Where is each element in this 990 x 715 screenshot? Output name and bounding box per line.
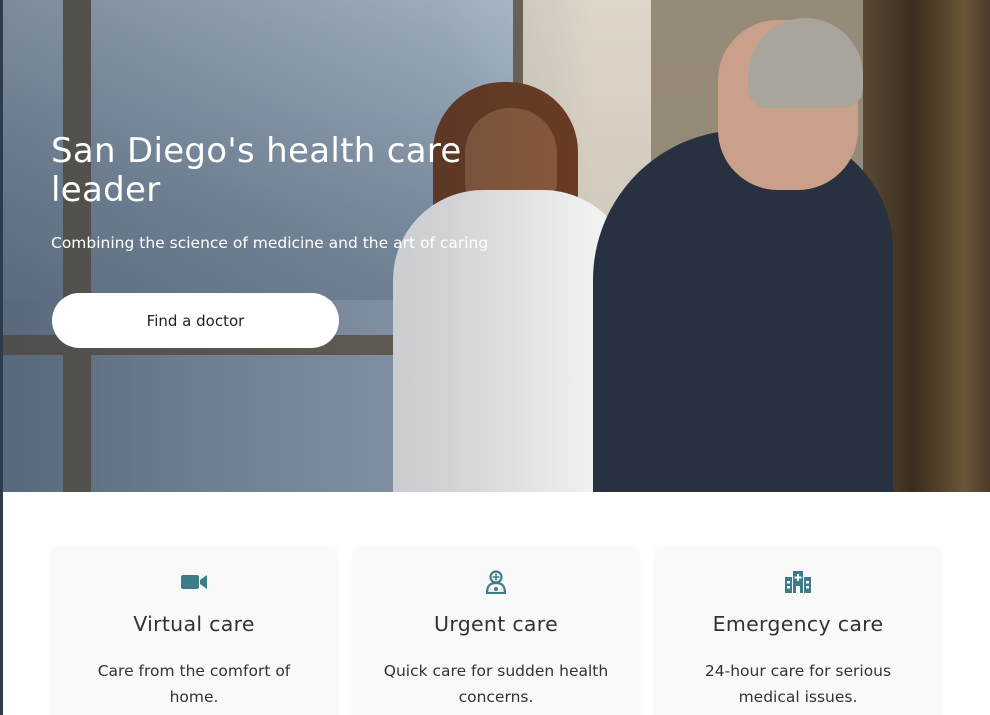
card-title: Urgent care — [434, 612, 558, 636]
hero-subtitle: Combining the science of medicine and th… — [51, 234, 489, 252]
hero-content: San Diego's health care leader Combining… — [51, 131, 501, 253]
video-camera-icon — [181, 575, 207, 589]
card-title: Virtual care — [133, 612, 255, 636]
card-description: 24-hour care for serious medical issues. — [704, 662, 892, 706]
hospital-icon — [785, 571, 811, 593]
card-description: Care from the comfort of home. — [97, 662, 291, 706]
card-title: Emergency care — [712, 612, 884, 636]
find-a-doctor-button[interactable]: Find a doctor — [52, 293, 339, 348]
card-virtual-care[interactable]: Virtual care Care from the comfort of ho… — [52, 548, 336, 715]
card-urgent-care[interactable]: Urgent care Quick care for sudden health… — [354, 548, 638, 715]
card-emergency-care[interactable]: Emergency care 24-hour care for serious … — [656, 548, 940, 715]
care-options: Virtual care Care from the comfort of ho… — [52, 548, 942, 715]
card-description: Quick care for sudden health concerns. — [383, 662, 609, 706]
doctor-icon — [485, 570, 507, 594]
hero-title: San Diego's health care leader — [51, 131, 462, 210]
